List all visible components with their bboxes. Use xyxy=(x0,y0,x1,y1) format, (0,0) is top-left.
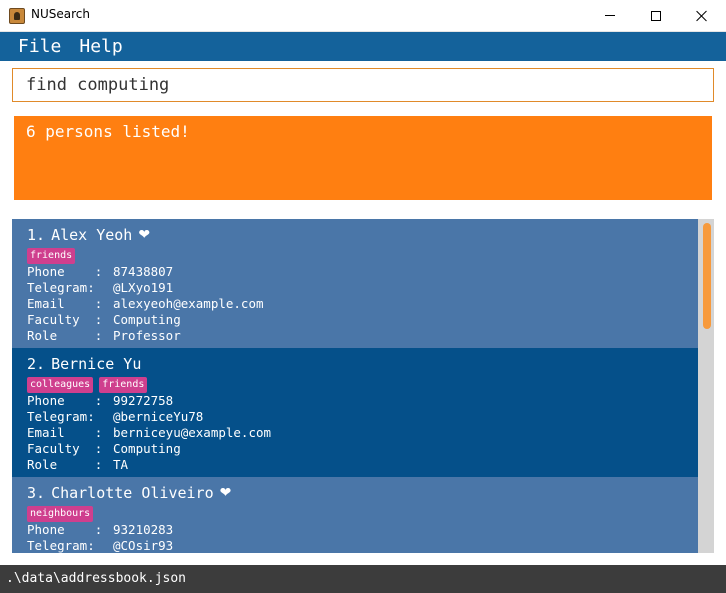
result-display: 6 persons listed! xyxy=(14,116,712,200)
person-name-row: 2. Bernice Yu xyxy=(27,354,683,374)
tag-badge: neighbours xyxy=(27,506,94,522)
field-label: Email : xyxy=(27,296,103,311)
person-name: Bernice Yu xyxy=(51,355,142,373)
field-value: Computing xyxy=(113,312,181,327)
tag-badge: friends xyxy=(27,248,76,264)
maximize-button[interactable] xyxy=(633,0,679,31)
person-name: Charlotte Oliveiro xyxy=(51,484,214,502)
field-label: Role : xyxy=(27,328,103,343)
tag-badge: colleagues xyxy=(27,377,94,393)
status-bar: .\data\addressbook.json xyxy=(0,565,726,593)
person-name-row: 1. Alex Yeoh ❤ xyxy=(27,225,683,245)
field-label: Faculty : xyxy=(27,441,103,456)
field-label: Phone : xyxy=(27,264,103,279)
field-value: 93210283 xyxy=(113,522,174,537)
status-file-path: .\data\addressbook.json xyxy=(6,571,187,586)
field-label: Telegram: xyxy=(27,538,95,553)
person-field: Telegram: @COsir93 xyxy=(27,538,683,553)
person-field: Faculty : Computing xyxy=(27,312,683,328)
minimize-icon xyxy=(605,15,615,16)
tag-list: colleagues friends xyxy=(27,377,683,393)
person-card[interactable]: 3. Charlotte Oliveiro ❤ neighbours Phone : 93… xyxy=(12,477,698,553)
field-value: Professor xyxy=(113,328,181,343)
person-field: Email : alexyeoh@example.com xyxy=(27,296,683,312)
person-list[interactable]: 1. Alex Yeoh ❤ friends Phone :87438807 Telegr… xyxy=(12,219,714,553)
field-value: @LXyo191 xyxy=(113,280,174,295)
tag-list: neighbours xyxy=(27,506,683,522)
tag-badge: friends xyxy=(99,377,148,393)
person-list-content: 1. Alex Yeoh ❤ friends Phone :87438807 Telegr… xyxy=(12,219,698,553)
person-index: 3. xyxy=(27,484,46,502)
person-field: Email : berniceyu@example.com xyxy=(27,425,683,441)
close-button[interactable] xyxy=(679,0,725,31)
field-label: Telegram: xyxy=(27,280,95,295)
scroll-thumb[interactable] xyxy=(703,223,711,329)
close-icon xyxy=(696,10,708,22)
scrollbar[interactable] xyxy=(698,219,714,553)
favourite-heart-icon: ❤ xyxy=(219,485,232,501)
title-bar: NUSearch xyxy=(0,0,726,32)
field-value: alexyeoh@example.com xyxy=(113,296,264,311)
field-value: Computing xyxy=(113,441,181,456)
person-card[interactable]: 2. Bernice Yu colleagues friends Phone : 9927… xyxy=(12,348,698,477)
person-field: Role : TA xyxy=(27,457,683,473)
field-label: Email : xyxy=(27,425,103,440)
person-field: Telegram: @berniceYu78 xyxy=(27,409,683,425)
field-value: 99272758 xyxy=(113,393,174,408)
field-value: 87438807 xyxy=(113,264,174,279)
command-input[interactable]: find computing xyxy=(12,68,714,102)
minimize-button[interactable] xyxy=(587,0,633,31)
menu-bar: File Help xyxy=(0,32,726,61)
tag-list: friends xyxy=(27,248,683,264)
person-field: Telegram: @LXyo191 xyxy=(27,280,683,296)
person-name: Alex Yeoh xyxy=(51,226,133,244)
person-field: Phone : 93210283 xyxy=(27,522,683,538)
menu-file[interactable]: File xyxy=(18,36,61,57)
maximize-icon xyxy=(651,10,661,21)
field-label: Phone : xyxy=(27,522,103,537)
person-field: Faculty : Computing xyxy=(27,441,683,457)
field-label: Phone : xyxy=(27,393,103,408)
window-title: NUSearch xyxy=(31,7,90,21)
field-value: TA xyxy=(113,457,129,472)
field-value: @berniceYu78 xyxy=(113,409,204,424)
app-icon xyxy=(9,8,25,24)
person-card[interactable]: 1. Alex Yeoh ❤ friends Phone :87438807 Telegr… xyxy=(12,219,698,348)
menu-help[interactable]: Help xyxy=(79,36,122,57)
person-name-row: 3. Charlotte Oliveiro ❤ xyxy=(27,483,683,503)
field-value: @COsir93 xyxy=(113,538,174,553)
person-field: Phone : 87438807 xyxy=(27,264,683,280)
field-label: Faculty : xyxy=(27,312,103,327)
person-field: Role : Professor xyxy=(27,328,683,344)
result-text: 6 persons listed! xyxy=(26,122,190,141)
field-label: Role : xyxy=(27,457,103,472)
favourite-heart-icon: ❤ xyxy=(138,227,151,243)
person-index: 1. xyxy=(27,226,46,244)
field-label: Telegram: xyxy=(27,409,95,424)
person-index: 2. xyxy=(27,355,46,373)
person-field: Phone : 99272758 xyxy=(27,393,683,409)
field-value: berniceyu@example.com xyxy=(113,425,272,440)
